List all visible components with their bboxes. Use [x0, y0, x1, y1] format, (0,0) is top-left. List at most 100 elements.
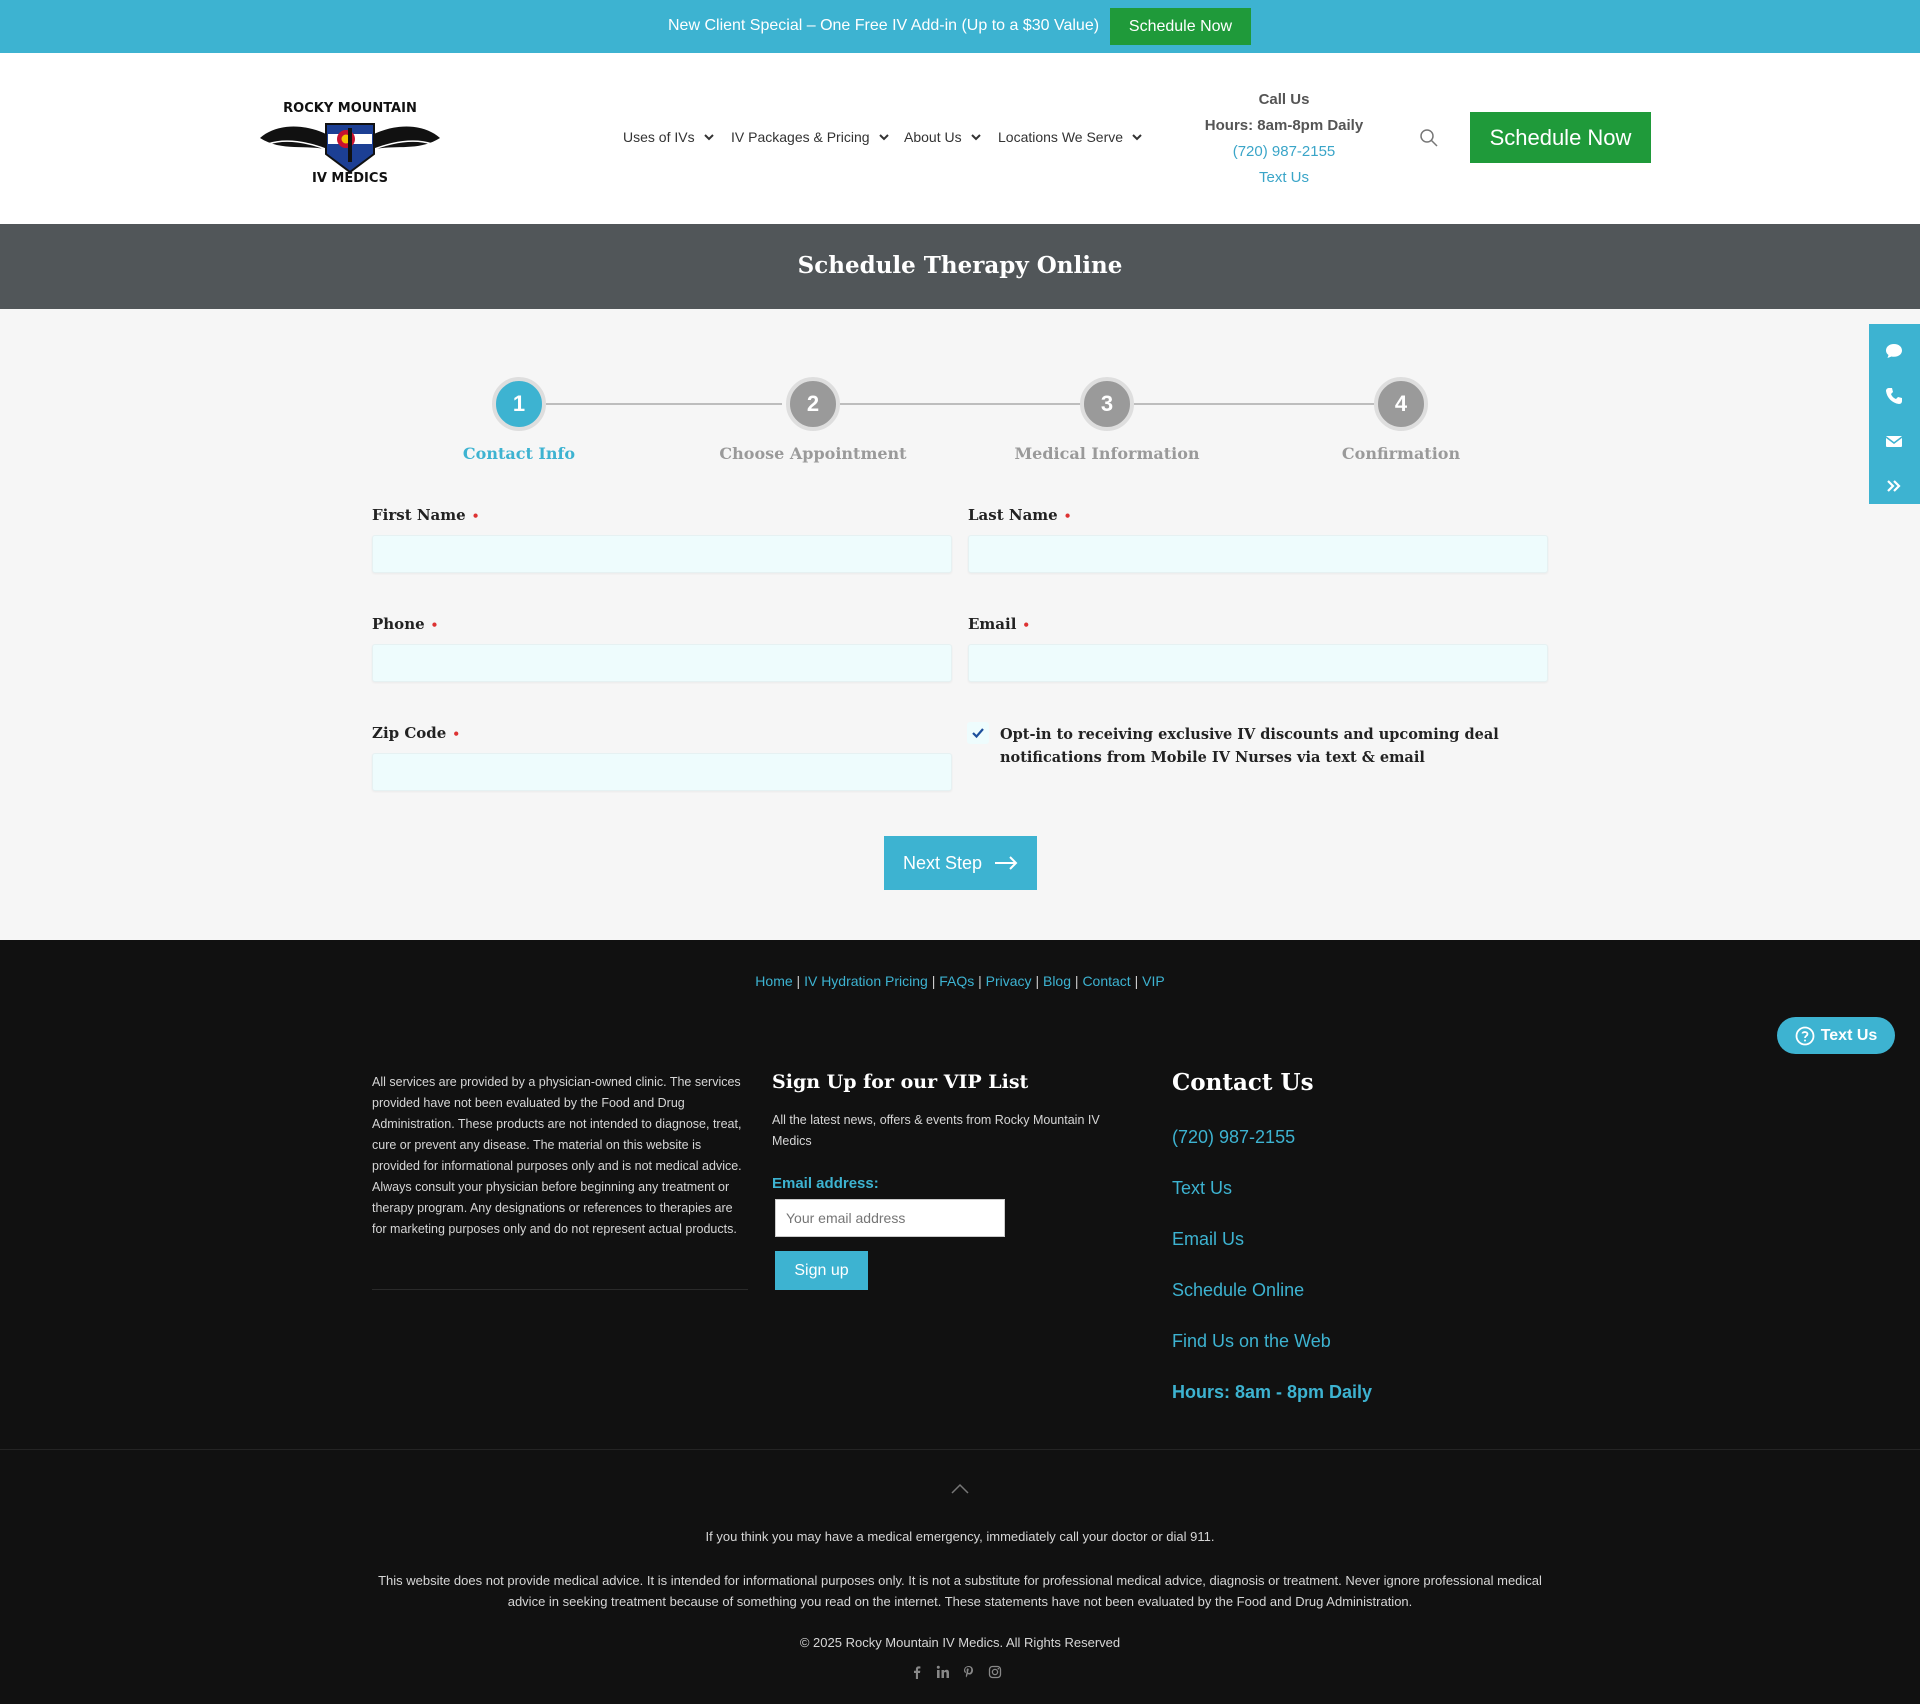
chevron-down-icon — [703, 134, 714, 141]
vip-email-label: Email address: — [772, 1175, 879, 1192]
vip-signup-button[interactable]: Sign up — [775, 1251, 868, 1290]
email-icon[interactable] — [1885, 432, 1903, 450]
collapse-toolbar-icon[interactable] — [1885, 477, 1903, 495]
required-mark: • — [430, 618, 439, 632]
link-separator: | — [1035, 973, 1040, 989]
floating-contact-toolbar — [1869, 324, 1920, 504]
step-connector — [840, 403, 1080, 405]
arrow-right-icon — [995, 856, 1018, 870]
header-text-us-link[interactable]: Text Us — [1180, 165, 1388, 191]
footer-text-us-link[interactable]: Text Us — [1172, 1178, 1232, 1199]
first-name-field[interactable] — [372, 535, 952, 573]
contact-us-title: Contact Us — [1172, 1069, 1314, 1096]
next-step-button[interactable]: Next Step — [884, 836, 1037, 890]
footer-link-blog[interactable]: Blog — [1043, 973, 1071, 989]
link-separator: | — [931, 973, 936, 989]
nav-locations[interactable]: Locations We Serve — [998, 129, 1143, 145]
back-to-top-icon[interactable] — [950, 1482, 970, 1496]
facebook-icon[interactable] — [910, 1665, 924, 1679]
nav-label: About Us — [904, 129, 962, 145]
footer-phone-link[interactable]: (720) 987-2155 — [1172, 1127, 1295, 1148]
link-separator: | — [796, 973, 801, 989]
chat-icon[interactable] — [1885, 342, 1903, 360]
step-2-label: Choose Appointment — [719, 444, 907, 463]
step-3-label: Medical Information — [1014, 444, 1200, 463]
first-name-label: First Name • — [372, 506, 479, 524]
optin-checkbox[interactable] — [967, 722, 989, 744]
nav-about-us[interactable]: About Us — [904, 129, 982, 145]
site-logo[interactable]: ROCKY MOUNTAIN IV MEDICS — [258, 92, 442, 186]
search-icon[interactable] — [1419, 128, 1439, 148]
checkmark-icon — [972, 728, 984, 739]
step-2-circle: 2 — [786, 377, 840, 431]
step-1-label: Contact Info — [462, 444, 576, 463]
footer-link-contact[interactable]: Contact — [1082, 973, 1130, 989]
link-separator: | — [1134, 973, 1139, 989]
phone-field[interactable] — [372, 644, 952, 682]
instagram-icon[interactable] — [988, 1665, 1002, 1679]
last-name-label: Last Name • — [968, 506, 1071, 524]
footer-email-link[interactable]: Email Us — [1172, 1229, 1244, 1250]
zip-code-label: Zip Code • — [372, 724, 460, 742]
banner-schedule-button[interactable]: Schedule Now — [1110, 8, 1251, 45]
vip-title: Sign Up for our VIP List — [772, 1071, 1029, 1093]
pinterest-icon[interactable] — [962, 1665, 976, 1679]
call-us-label: Call Us — [1258, 91, 1310, 108]
chevron-down-icon — [1132, 134, 1142, 141]
step-3-circle: 3 — [1080, 377, 1134, 431]
text-us-pill-button[interactable]: Text Us — [1777, 1017, 1895, 1054]
vip-email-input[interactable] — [775, 1199, 1005, 1237]
step-connector — [546, 403, 782, 405]
field-label-text: Email — [968, 615, 1017, 633]
nav-label: Uses of IVs — [623, 129, 695, 145]
header-schedule-button[interactable]: Schedule Now — [1470, 112, 1651, 163]
hours-label: Hours: 8am-8pm Daily — [1204, 117, 1364, 134]
promo-banner: New Client Special – One Free IV Add-in … — [0, 0, 1920, 53]
phone-icon[interactable] — [1885, 387, 1903, 405]
required-mark: • — [452, 727, 461, 741]
medical-advice-notice: This website does not provide medical ad… — [378, 1573, 1542, 1609]
footer-web-link[interactable]: Find Us on the Web — [1172, 1331, 1331, 1352]
phone-label: Phone • — [372, 615, 438, 633]
last-name-field[interactable] — [968, 535, 1548, 573]
optin-label: Opt-in to receiving exclusive IV discoun… — [1000, 726, 1499, 766]
step-4-circle: 4 — [1374, 377, 1428, 431]
field-label-text: Last Name — [968, 506, 1058, 524]
copyright: © 2025 Rocky Mountain IV Medics. All Rig… — [799, 1635, 1121, 1650]
footer-link-pricing[interactable]: IV Hydration Pricing — [804, 973, 928, 989]
social-links — [910, 1665, 1002, 1679]
nav-iv-packages[interactable]: IV Packages & Pricing — [731, 129, 890, 145]
field-label-text: Zip Code — [372, 724, 447, 742]
next-step-label: Next Step — [902, 852, 983, 873]
chevron-down-icon — [970, 134, 981, 141]
nav-label: Locations We Serve — [998, 129, 1124, 145]
field-label-text: Phone — [372, 615, 425, 633]
required-mark: • — [1063, 509, 1072, 523]
footer-link-privacy[interactable]: Privacy — [986, 973, 1032, 989]
step-connector — [1134, 403, 1374, 405]
footer-link-vip[interactable]: VIP — [1142, 973, 1165, 989]
nav-label: IV Packages & Pricing — [731, 129, 870, 145]
page-title-bar: Schedule Therapy Online — [0, 224, 1920, 309]
linkedin-icon[interactable] — [936, 1665, 950, 1679]
email-field[interactable] — [968, 644, 1548, 682]
promo-text: New Client Special – One Free IV Add-in … — [668, 17, 1100, 34]
footer-nav: Home | IV Hydration Pricing | FAQs | Pri… — [0, 973, 1920, 989]
zip-code-field[interactable] — [372, 753, 952, 791]
footer-link-home[interactable]: Home — [755, 973, 792, 989]
help-circle-icon — [1795, 1026, 1815, 1045]
step-1-circle: 1 — [492, 377, 546, 431]
email-label: Email • — [968, 615, 1030, 633]
header-contact-block: Call Us Hours: 8am-8pm Daily (720) 987-2… — [1180, 87, 1388, 191]
text-us-pill-label: Text Us — [1820, 1026, 1878, 1044]
logo-text-bottom: IV MEDICS — [312, 171, 388, 186]
required-mark: • — [471, 509, 480, 523]
header-phone-link[interactable]: (720) 987-2155 — [1180, 139, 1388, 165]
footer-link-faqs[interactable]: FAQs — [939, 973, 974, 989]
required-mark: • — [1022, 618, 1031, 632]
emergency-notice: If you think you may have a medical emer… — [705, 1529, 1215, 1544]
footer-schedule-link[interactable]: Schedule Online — [1172, 1280, 1304, 1301]
nav-uses-of-ivs[interactable]: Uses of IVs — [623, 129, 715, 145]
link-separator: | — [1074, 973, 1079, 989]
footer-disclaimer: All services are provided by a physician… — [372, 1075, 742, 1236]
